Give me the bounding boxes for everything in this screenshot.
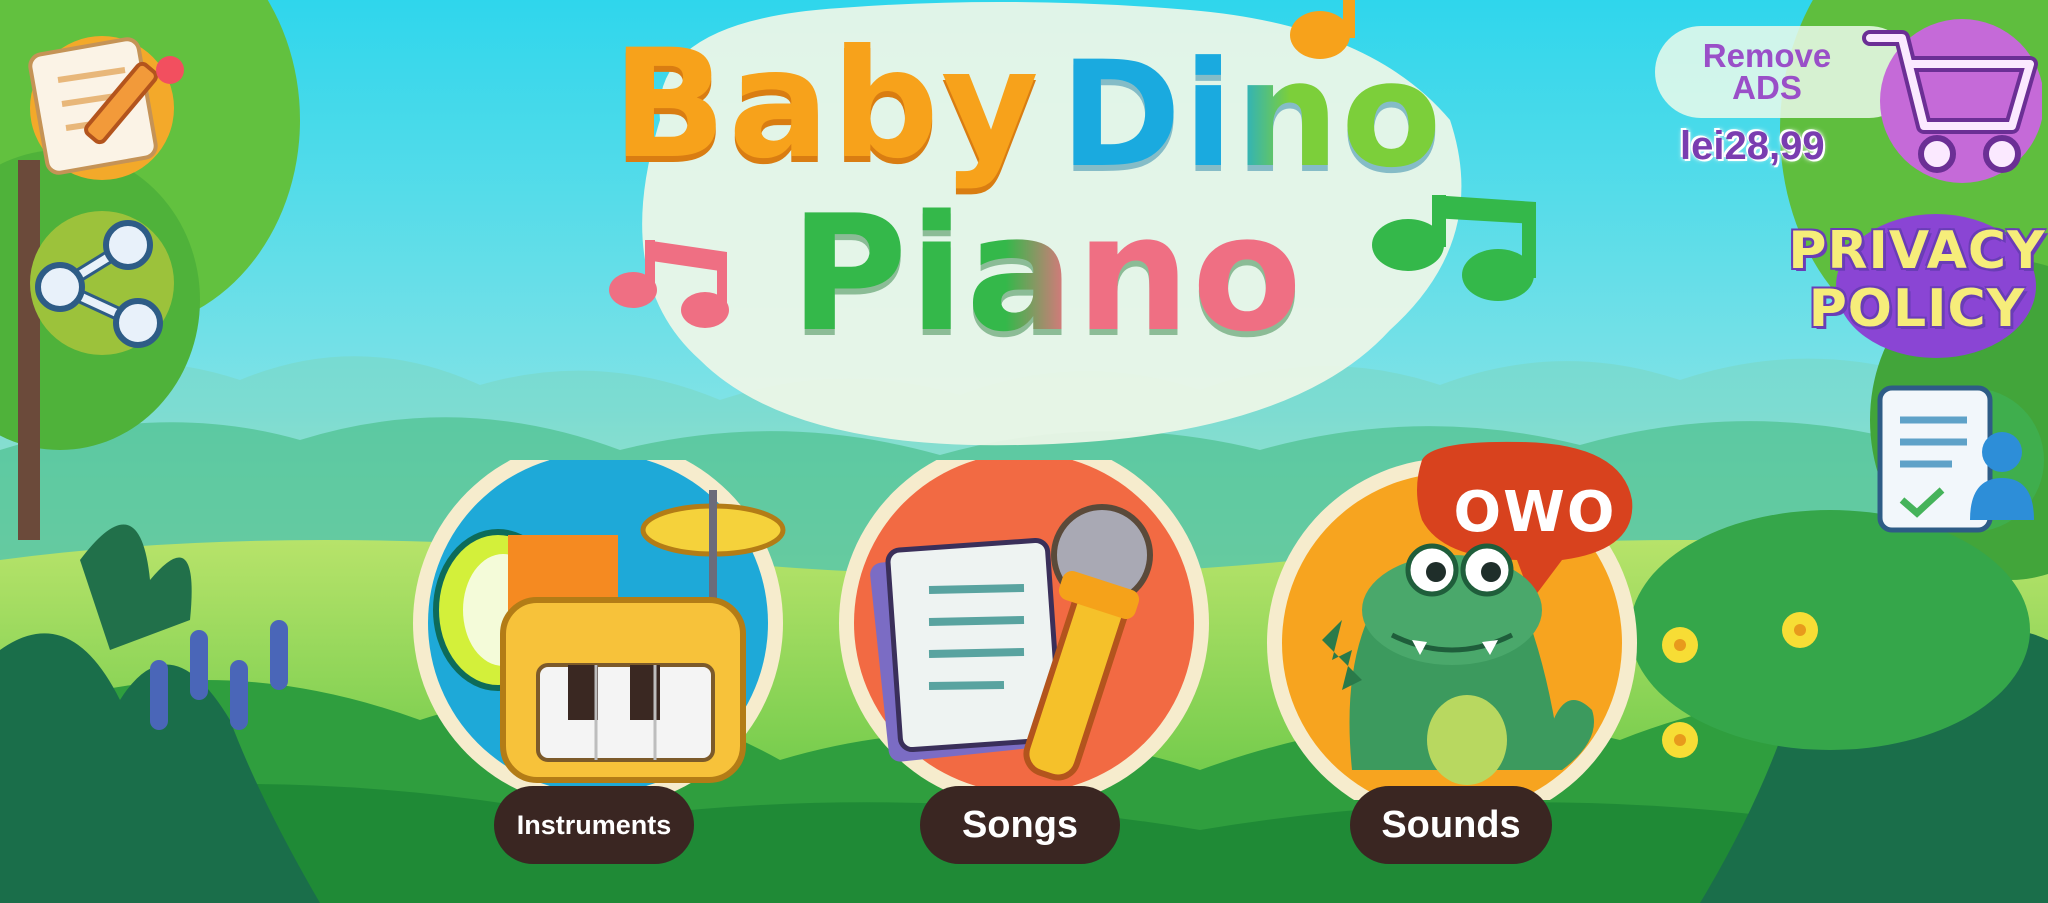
remove-ads-line1: Remove	[1702, 37, 1832, 74]
share-icon	[30, 211, 174, 355]
privacy-policy-button[interactable]: PRIVACY POLICY	[1786, 222, 2048, 338]
songs-icon	[839, 438, 1209, 808]
instruments-label: Instruments	[494, 786, 694, 864]
title-word-baby: Baby	[612, 18, 1041, 192]
privacy-line1: PRIVACY	[1788, 221, 2046, 281]
music-note-green-icon	[1372, 195, 1536, 301]
music-note-pink-icon	[609, 240, 729, 328]
user-document-icon	[1877, 385, 2044, 533]
songs-button[interactable]: Songs	[834, 438, 1214, 880]
title-piano: Piano	[790, 180, 1304, 367]
instruments-icon	[413, 438, 786, 808]
note-pencil-icon	[28, 36, 184, 180]
instruments-button[interactable]: Instruments	[408, 438, 788, 880]
remove-ads-line2: ADS	[1732, 69, 1802, 106]
privacy-line2: POLICY	[1808, 279, 2026, 339]
remove-ads-price: lei28,99	[1680, 124, 1825, 168]
sounds-label: Sounds	[1350, 786, 1552, 864]
title-baby: Baby	[612, 18, 1041, 192]
title-dino: Dino	[1060, 30, 1443, 200]
cart-button[interactable]	[1862, 16, 2044, 186]
parental-account-button[interactable]	[1862, 380, 2048, 540]
owo-bubble-text: OWO	[1453, 480, 1617, 545]
share-button[interactable]	[20, 195, 190, 360]
sounds-button[interactable]: OWO Sounds	[1262, 440, 1662, 880]
title-word-piano: Piano	[790, 180, 1304, 367]
edit-note-button[interactable]	[20, 18, 190, 183]
remove-ads-label[interactable]: Remove ADS	[1672, 37, 1862, 106]
shopping-cart-icon	[1862, 19, 2044, 183]
title-word-dino: Dino	[1060, 30, 1444, 200]
songs-label: Songs	[920, 786, 1120, 864]
